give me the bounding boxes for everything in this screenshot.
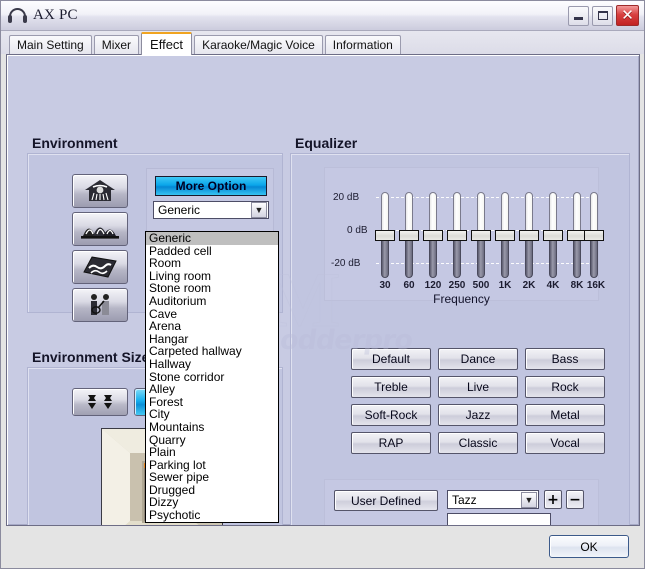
- eq-slider-30[interactable]: [375, 192, 395, 278]
- dropdown-option-generic[interactable]: Generic: [146, 232, 278, 245]
- freq-label-4k: 4K: [546, 280, 560, 291]
- preset-vocal-button[interactable]: Vocal: [525, 432, 605, 454]
- eq-axis-mid-label: 0 dB: [347, 225, 368, 236]
- preset-jazz-button[interactable]: Jazz: [438, 404, 518, 426]
- window-title: AX PC: [33, 7, 78, 23]
- freq-label-2k: 2K: [522, 280, 536, 291]
- dropdown-option-plain[interactable]: Plain: [146, 446, 278, 459]
- dropdown-option-auditorium[interactable]: Auditorium: [146, 295, 278, 308]
- dropdown-option-psychotic[interactable]: Psychotic: [146, 509, 278, 522]
- freq-label-1k: 1K: [498, 280, 512, 291]
- tab-strip: Main Setting Mixer Effect Karaoke/Magic …: [1, 31, 644, 55]
- preset-name-input[interactable]: [447, 513, 551, 525]
- preset-rock-button[interactable]: Rock: [525, 376, 605, 398]
- freq-label-250: 250: [448, 280, 466, 291]
- eq-slider-500[interactable]: [471, 192, 491, 278]
- dropdown-option-arena[interactable]: Arena: [146, 320, 278, 333]
- concert-hall-icon: [81, 227, 119, 239]
- chevron-down-icon[interactable]: ▼: [521, 491, 537, 508]
- bathroom-shower-icon: [85, 180, 115, 201]
- eq-slider-1k[interactable]: [495, 192, 515, 278]
- tab-effect[interactable]: Effect: [141, 32, 193, 55]
- eq-slider-8k[interactable]: [567, 192, 587, 278]
- freq-label-500: 500: [472, 280, 490, 291]
- dropdown-option-alley[interactable]: Alley: [146, 383, 278, 396]
- user-defined-combo[interactable]: Tazz ▼: [447, 490, 539, 509]
- equalizer-graph: 20 dB 0 dB -20 dB 30 60 120 250 500 1K 2…: [324, 167, 605, 306]
- environment-preset-concert-hall-button[interactable]: [72, 212, 128, 246]
- dropdown-option-room[interactable]: Room: [146, 257, 278, 270]
- title-bar: AX PC ✕: [1, 1, 644, 31]
- expand-size-icon: [88, 395, 112, 409]
- environment-preset-water-surface-button[interactable]: [72, 250, 128, 284]
- eq-slider-60[interactable]: [399, 192, 419, 278]
- dropdown-option-sewer-pipe[interactable]: Sewer pipe: [146, 471, 278, 484]
- ok-button[interactable]: OK: [549, 535, 629, 558]
- minimize-button[interactable]: [568, 5, 589, 26]
- tab-information[interactable]: Information: [324, 35, 401, 54]
- preset-rap-button[interactable]: RAP: [351, 432, 431, 454]
- window-controls: ✕: [568, 5, 641, 26]
- water-surface-icon: [83, 256, 117, 278]
- remove-preset-button[interactable]: −: [566, 490, 584, 509]
- environment-preset-bathroom-button[interactable]: [72, 174, 128, 208]
- eq-axis-bottom-label: -20 dB: [331, 258, 361, 269]
- eq-slider-250[interactable]: [447, 192, 467, 278]
- maximize-icon: [597, 11, 608, 20]
- freq-label-120: 120: [424, 280, 442, 291]
- preset-dance-button[interactable]: Dance: [438, 348, 518, 370]
- live-band-icon: [91, 294, 109, 315]
- preset-treble-button[interactable]: Treble: [351, 376, 431, 398]
- close-icon: ✕: [621, 6, 634, 24]
- preset-bass-button[interactable]: Bass: [525, 348, 605, 370]
- freq-label-60: 60: [403, 280, 415, 291]
- environment-dropdown-list[interactable]: Generic Padded cell Room Living room Sto…: [145, 231, 279, 523]
- equalizer-group: 20 dB 0 dB -20 dB 30 60 120 250 500 1K 2…: [290, 153, 630, 525]
- preset-metal-button[interactable]: Metal: [525, 404, 605, 426]
- equalizer-section-title: Equalizer: [295, 135, 358, 151]
- freq-label-30: 30: [379, 280, 391, 291]
- eq-slider-2k[interactable]: [519, 192, 539, 278]
- eq-axis-top-label: 20 dB: [333, 192, 360, 203]
- user-defined-group: User Defined Tazz ▼ + −: [324, 479, 599, 525]
- tab-karaoke-magic-voice[interactable]: Karaoke/Magic Voice: [194, 35, 323, 54]
- environment-combo[interactable]: Generic ▼: [153, 201, 269, 219]
- more-option-button[interactable]: More Option: [155, 176, 267, 196]
- app-window: AX PC ✕ Main Setting Mixer Effect Karaok…: [0, 0, 645, 569]
- headphone-icon: [8, 7, 27, 24]
- eq-slider-16k[interactable]: [584, 192, 604, 278]
- dialog-footer: OK: [1, 526, 644, 568]
- user-defined-combo-value: Tazz: [452, 492, 477, 507]
- preset-default-button[interactable]: Default: [351, 348, 431, 370]
- environment-section-title: Environment: [32, 135, 118, 151]
- tab-mixer[interactable]: Mixer: [93, 35, 140, 54]
- environment-combo-value: Generic: [158, 203, 201, 217]
- environment-preset-live-band-button[interactable]: [72, 288, 128, 322]
- equalizer-preset-grid: Default Dance Bass Treble Live Rock Soft…: [351, 348, 605, 454]
- eq-slider-120[interactable]: [423, 192, 443, 278]
- environment-size-section-title: Environment Size: [32, 349, 150, 365]
- eq-slider-4k[interactable]: [543, 192, 563, 278]
- chevron-down-icon[interactable]: ▼: [251, 202, 267, 218]
- add-preset-button[interactable]: +: [544, 490, 562, 509]
- close-button[interactable]: ✕: [616, 5, 639, 26]
- effect-panel: M modderpro Environment: [6, 54, 640, 526]
- user-defined-button[interactable]: User Defined: [334, 490, 438, 511]
- dropdown-option-mountains[interactable]: Mountains: [146, 421, 278, 434]
- dropdown-option-hallway[interactable]: Hallway: [146, 358, 278, 371]
- preset-soft-rock-button[interactable]: Soft-Rock: [351, 404, 431, 426]
- maximize-button[interactable]: [592, 5, 613, 26]
- minimize-icon: [574, 17, 583, 20]
- environment-size-expand-button[interactable]: [72, 388, 128, 416]
- freq-label-16k: 16K: [586, 280, 606, 291]
- preset-live-button[interactable]: Live: [438, 376, 518, 398]
- frequency-axis-caption: Frequency: [433, 292, 490, 306]
- tab-main-setting[interactable]: Main Setting: [9, 35, 92, 54]
- preset-classic-button[interactable]: Classic: [438, 432, 518, 454]
